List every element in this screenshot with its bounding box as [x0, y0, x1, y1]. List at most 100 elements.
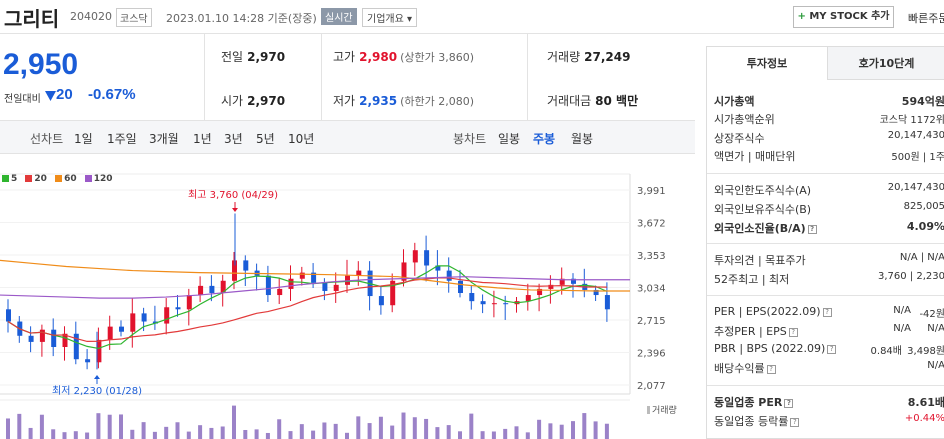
- period-5y[interactable]: 5년: [256, 130, 275, 147]
- volume-bar: [96, 413, 101, 439]
- volume-bar: [220, 426, 225, 439]
- y-tick-label: 2,077: [637, 381, 666, 392]
- help-icon[interactable]: ?: [784, 398, 794, 408]
- row-dividend: 배당수익률? N/A: [714, 360, 944, 378]
- period-3m[interactable]: 3개월: [149, 130, 179, 147]
- candle-body: [424, 250, 430, 266]
- row-value: N/A: [927, 360, 944, 371]
- help-icon[interactable]: ?: [790, 417, 800, 427]
- row-foreign-own: 외국인보유주식수(B) 825,005: [714, 201, 944, 219]
- timestamp: 2023.01.10 14:28 기준(장중): [166, 12, 317, 25]
- help-icon[interactable]: ?: [822, 307, 832, 317]
- period-3y[interactable]: 3년: [224, 130, 243, 147]
- y-tick-label: 3,353: [637, 251, 666, 262]
- period-1y[interactable]: 1년: [193, 130, 212, 147]
- row-value: 20,147,430: [887, 182, 944, 193]
- volume-bar: [141, 422, 146, 439]
- volume-bar: [322, 422, 327, 439]
- add-mystock-button[interactable]: + MY STOCK 추가: [793, 6, 894, 28]
- info-panel: 투자정보 호가10단계 시가총액 594억원 시가총액순위 코스닥 1172위 상장…: [706, 46, 944, 439]
- row-label: 동일업종 PER: [714, 396, 783, 409]
- volume-bar: [85, 432, 90, 439]
- volume-label-marker: [647, 406, 650, 414]
- volume-bar: [254, 429, 259, 439]
- volume-bar: [548, 423, 553, 439]
- row-industry-rate: 동일업종 등락률? +0.44%: [714, 413, 944, 431]
- y-tick-label: 3,034: [637, 284, 666, 295]
- divider: [321, 34, 322, 120]
- stat-value: 27,249: [584, 50, 631, 64]
- volume-label: 거래량: [652, 404, 677, 416]
- row-label: 외국인소진율(B/A): [714, 222, 806, 235]
- row-value-a: 0.84배: [870, 346, 902, 357]
- row-label-wrap: PER | EPS(2022.09)?: [714, 305, 832, 318]
- stat-value: 2,970: [247, 94, 286, 108]
- candle-monthly[interactable]: 월봉: [571, 130, 593, 147]
- period-1d[interactable]: 1일: [74, 130, 93, 147]
- volume-bar: [73, 431, 78, 439]
- help-icon[interactable]: ?: [766, 364, 776, 374]
- row-label: 외국인보유주식수(B): [714, 203, 812, 216]
- candle-body: [107, 326, 113, 340]
- row-label: 상장주식수: [714, 132, 765, 145]
- row-label: 52주최고 | 최저: [714, 273, 790, 286]
- tab-invest-info[interactable]: 투자정보: [707, 47, 827, 80]
- y-tick-label: 3,991: [637, 186, 666, 197]
- volume-bar: [446, 425, 451, 439]
- candle-body: [412, 250, 418, 263]
- candle-weekly[interactable]: 주봉: [533, 130, 555, 147]
- divider: [707, 243, 944, 244]
- volume-bar: [604, 423, 609, 439]
- high-annotation: 최고 3,760 (04/29): [188, 189, 278, 201]
- help-icon[interactable]: ?: [827, 344, 837, 354]
- row-label: 투자의견 | 목표주가: [714, 254, 806, 267]
- volume-bar: [571, 421, 575, 439]
- volume-bar: [17, 413, 22, 439]
- candle-body: [164, 307, 170, 324]
- volume-bar: [367, 423, 372, 439]
- candle-body: [51, 329, 57, 347]
- price-stats: 전일 2,970 고가 2,980 (상한가 3,860) 거래량 27,249 시가 2…: [205, 34, 695, 120]
- corp-info-dropdown[interactable]: 기업개요 ▾: [362, 8, 417, 27]
- volume-bar: [356, 416, 361, 439]
- quick-order-link[interactable]: 빠른주문: [908, 10, 944, 26]
- chart-canvas: 3,991 3,672 3,353 3,034 2,715 2,396 2,077 최고 3…: [0, 173, 677, 439]
- volume-bar: [491, 431, 496, 439]
- plus-icon: +: [797, 11, 810, 22]
- help-icon[interactable]: ?: [788, 327, 798, 337]
- candle-body: [503, 303, 509, 305]
- tab-orderbook[interactable]: 호가10단계: [827, 47, 944, 80]
- row-est-per: 추정PER | EPS? N/A N/A: [714, 323, 944, 341]
- realtime-badge[interactable]: 실시간: [321, 8, 357, 25]
- candle-body: [6, 309, 11, 322]
- candle-body: [198, 285, 204, 296]
- candle-body: [525, 295, 531, 302]
- stat-label: 고가: [333, 50, 356, 64]
- down-triangle-icon: [45, 91, 56, 101]
- candle-body: [265, 275, 271, 296]
- stat-amount: 거래대금 80 백만: [547, 92, 638, 109]
- volume-bar: [152, 431, 157, 439]
- market-badge: 코스닥: [116, 8, 152, 27]
- row-per: PER | EPS(2022.09)? N/A -42원: [714, 305, 944, 323]
- period-bar: 선차트 1일 1주일 3개월 1년 3년 5년 10년 봉차트 일봉 주봉 월봉: [0, 120, 695, 154]
- price-change-pct: -0.67%: [88, 86, 136, 103]
- help-icon[interactable]: ?: [807, 224, 817, 234]
- row-value: 3,760 | 2,230: [878, 271, 944, 282]
- volume-bar: [401, 412, 406, 439]
- period-1w[interactable]: 1주일: [107, 130, 137, 147]
- volume-bar: [378, 416, 383, 439]
- candle-body: [288, 278, 294, 289]
- row-pbr: PBR | BPS (2022.09)? 0.84배 3,498원: [714, 342, 944, 360]
- line-chart-label: 선차트: [30, 132, 64, 146]
- period-10y[interactable]: 10년: [288, 130, 314, 147]
- price-chart[interactable]: 5 20 60 120 3,991 3,672 3,353 3,034 2,715 2,3…: [0, 154, 695, 439]
- stat-label: 시가: [221, 94, 244, 108]
- candle-body: [277, 288, 283, 296]
- volume-bar: [435, 427, 440, 439]
- candle-daily[interactable]: 일봉: [498, 130, 520, 147]
- row-opinion: 투자의견 | 목표주가 N/A | N/A: [714, 252, 944, 270]
- volume-bar: [469, 413, 474, 439]
- candle-body: [119, 326, 124, 332]
- change-label: 전일대비: [4, 94, 41, 105]
